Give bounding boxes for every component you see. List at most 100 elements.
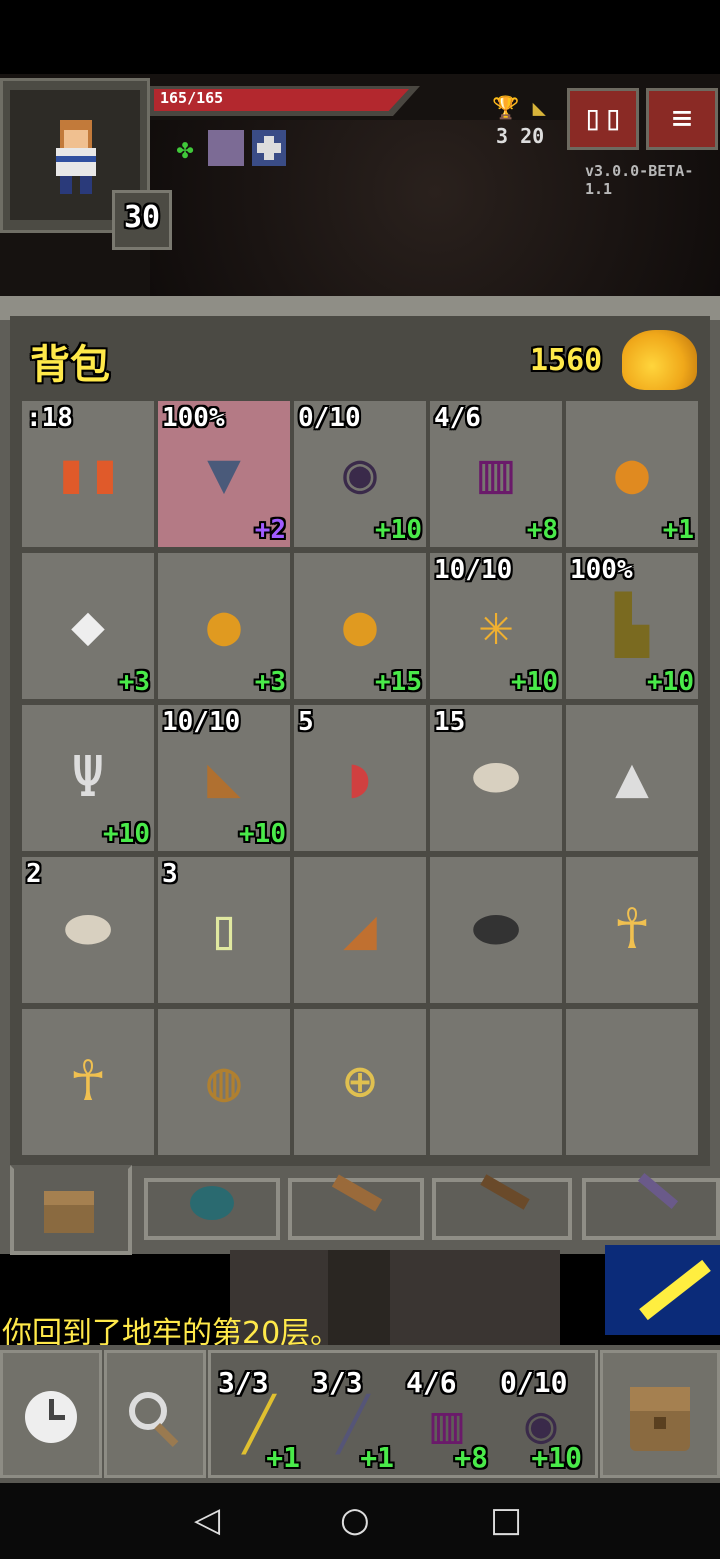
item-quantity-label: 10/10 bbox=[162, 707, 241, 737]
quickslot-upgrade: +10 bbox=[531, 1441, 582, 1474]
tab-backpack[interactable] bbox=[10, 1165, 132, 1255]
item-upgrade-label: +10 bbox=[239, 819, 286, 849]
inventory-slot[interactable] bbox=[430, 1009, 562, 1155]
holster-icon bbox=[637, 1173, 679, 1209]
pie-icon: ◢ bbox=[343, 897, 377, 962]
ring-icon: ● bbox=[343, 593, 377, 658]
backpack-title: 背包 bbox=[30, 342, 110, 388]
inventory-slot[interactable]: ◗ 5 bbox=[294, 705, 426, 851]
inventory-slot[interactable]: ● +15 bbox=[294, 553, 426, 699]
inventory-slot[interactable]: ● +1 bbox=[566, 401, 698, 547]
inventory-slot[interactable]: ▲ bbox=[566, 705, 698, 851]
ring-icon: ● bbox=[207, 593, 241, 658]
quickslot-charges: 3/3 bbox=[312, 1366, 363, 1399]
quickslot[interactable]: ◉ 0/10 +10 bbox=[496, 1366, 586, 1474]
scroll-holder-icon bbox=[331, 1174, 383, 1212]
item-quantity-label: 4/6 bbox=[434, 403, 481, 433]
wait-button[interactable] bbox=[0, 1350, 102, 1478]
menu-icon: ≡ bbox=[671, 98, 693, 138]
quickslot-charges: 0/10 bbox=[500, 1366, 568, 1399]
inventory-slot[interactable]: ● +3 bbox=[158, 553, 290, 699]
bread-icon: ⬬ bbox=[472, 745, 520, 810]
inventory-slot[interactable]: ◢ bbox=[294, 857, 426, 1003]
bomb-icon: ⬬ bbox=[472, 897, 520, 962]
inventory-button[interactable] bbox=[600, 1350, 720, 1478]
ankh-icon: ☥ bbox=[615, 897, 649, 962]
quickslot[interactable]: ▥ 4/6 +8 bbox=[402, 1366, 492, 1474]
item-quantity-label: :18 bbox=[26, 403, 73, 433]
tab-magic-holster[interactable] bbox=[582, 1173, 720, 1240]
inventory-slot[interactable]: ▯ 3 bbox=[158, 857, 290, 1003]
quickslot-upgrade: +1 bbox=[266, 1441, 300, 1474]
seed-icon: ▲ bbox=[615, 745, 649, 810]
quickslot[interactable]: ╱ 3/3 +1 bbox=[308, 1366, 398, 1474]
journal-button[interactable]: ▯▯ bbox=[567, 88, 639, 150]
search-button[interactable] bbox=[104, 1350, 206, 1478]
inventory-slot[interactable] bbox=[566, 1009, 698, 1155]
gold-pile-icon bbox=[622, 330, 697, 390]
bandolier-icon bbox=[480, 1174, 530, 1210]
inventory-slot[interactable]: ▥ 4/6 +8 bbox=[430, 401, 562, 547]
item-upgrade-label: +10 bbox=[511, 667, 558, 697]
item-upgrade-label: +10 bbox=[375, 515, 422, 545]
item-upgrade-label: +8 bbox=[526, 515, 558, 545]
buff-shield-icon[interactable] bbox=[208, 130, 244, 166]
ring-icon: ● bbox=[615, 441, 649, 506]
inventory-slot[interactable]: ⊕ bbox=[294, 1009, 426, 1155]
tab-scroll-holder[interactable] bbox=[288, 1174, 424, 1240]
nav-back-button[interactable]: ◁ bbox=[194, 1500, 220, 1540]
stone-icon: ◆ bbox=[71, 593, 105, 658]
quickslot-charges: 3/3 bbox=[218, 1366, 269, 1399]
wand-bolt-icon bbox=[639, 1259, 711, 1321]
backpack-icon bbox=[630, 1387, 690, 1451]
inventory-slot[interactable]: Ψ +10 bbox=[22, 705, 154, 851]
quickslot[interactable]: ╱ 3/3 +1 bbox=[214, 1366, 304, 1474]
inventory-slot[interactable]: ⬬ 2 bbox=[22, 857, 154, 1003]
inventory-slot[interactable]: ▮▮ :18 bbox=[22, 401, 154, 547]
item-quantity-label: 0/10 bbox=[298, 403, 361, 433]
clock-icon bbox=[25, 1391, 77, 1443]
buff-clover-icon[interactable]: ✤ bbox=[170, 134, 200, 164]
inventory-slot[interactable]: ☥ bbox=[566, 857, 698, 1003]
boots-icon: ▙ bbox=[615, 593, 649, 658]
inventory-slot[interactable]: ✳ 10/10 +10 bbox=[430, 553, 562, 699]
item-quantity-label: 15 bbox=[434, 707, 466, 737]
cloak-icon: ◉ bbox=[343, 441, 377, 506]
challenge-and-depth-icons: 🏆 ◣ bbox=[492, 96, 546, 121]
inventory-slot[interactable]: ⬬ bbox=[430, 857, 562, 1003]
inventory-slot[interactable]: ▙ 100% +10 bbox=[566, 553, 698, 699]
buff-bless-icon[interactable] bbox=[252, 130, 286, 166]
tab-seed-pouch[interactable] bbox=[144, 1178, 280, 1240]
inventory-slot[interactable]: ◆ +3 bbox=[22, 553, 154, 699]
armor-icon: ▮▮ bbox=[54, 441, 122, 506]
hp-text: 165/165 bbox=[160, 89, 224, 107]
inventory-slot[interactable]: ▼ 100% +2 bbox=[158, 401, 290, 547]
nav-home-button[interactable]: ○ bbox=[340, 1500, 370, 1540]
inventory-slot[interactable]: ◉ 0/10 +10 bbox=[294, 401, 426, 547]
item-upgrade-label: +10 bbox=[647, 667, 694, 697]
inventory-slot[interactable]: ◣ 10/10 +10 bbox=[158, 705, 290, 851]
item-quantity-label: 3 bbox=[162, 859, 178, 889]
inventory-slot[interactable]: ◍ bbox=[158, 1009, 290, 1155]
item-upgrade-label: +3 bbox=[118, 667, 150, 697]
tab-potion-bandolier[interactable] bbox=[432, 1174, 572, 1240]
seed-pouch-icon bbox=[190, 1186, 234, 1220]
item-quantity-label: 100% bbox=[570, 555, 633, 585]
chalice-icon: Ψ bbox=[71, 745, 105, 810]
attack-indicator[interactable] bbox=[605, 1245, 720, 1335]
nav-recent-button[interactable]: □ bbox=[490, 1500, 522, 1540]
item-quantity-label: 2 bbox=[26, 859, 42, 889]
bread-icon: ⬬ bbox=[64, 897, 112, 962]
journal-icon: ▯▯ bbox=[582, 98, 624, 138]
inventory-slot[interactable]: ⬬ 15 bbox=[430, 705, 562, 851]
item-upgrade-label: +1 bbox=[662, 515, 694, 545]
inventory-slot[interactable]: ☥ bbox=[22, 1009, 154, 1155]
hero-level: 30 bbox=[123, 200, 161, 235]
item-upgrade-label: +3 bbox=[254, 667, 286, 697]
item-quantity-label: 10/10 bbox=[434, 555, 513, 585]
quickslot-upgrade: +8 bbox=[454, 1441, 488, 1474]
version-label: v3.0.0-BETA-1.1 bbox=[585, 162, 694, 198]
ankh-icon: ☥ bbox=[71, 1049, 105, 1114]
tome-icon: ✳ bbox=[479, 593, 513, 658]
menu-button[interactable]: ≡ bbox=[646, 88, 718, 150]
